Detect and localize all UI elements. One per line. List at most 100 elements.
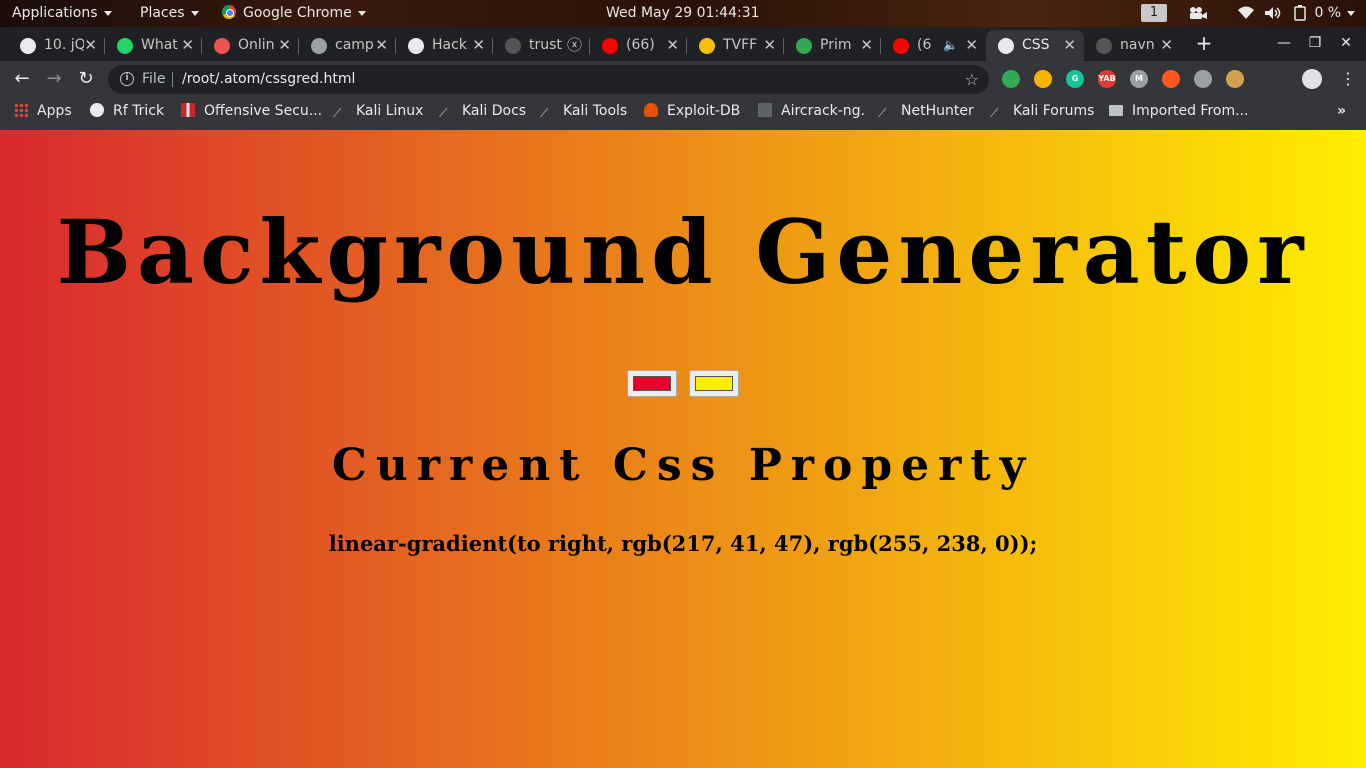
bookmark-star-icon[interactable]: ☆	[965, 65, 979, 94]
css-property-value: linear-gradient(to right, rgb(217, 41, 4…	[328, 531, 1038, 556]
places-menu[interactable]: Places	[140, 0, 199, 27]
forward-button[interactable]: →	[42, 67, 66, 91]
extension-2-icon[interactable]	[1034, 70, 1052, 88]
minimize-button[interactable]: —	[1274, 33, 1294, 53]
battery-percent: 0 %	[1314, 5, 1342, 21]
tab-title: (66)	[626, 37, 655, 53]
whatsapp-icon	[117, 38, 133, 54]
reload-button[interactable]: ↻	[74, 67, 98, 91]
tab-8[interactable]: TVFF ✕	[687, 30, 784, 61]
close-icon[interactable]: ⓧ	[567, 30, 582, 61]
close-icon[interactable]: ✕	[763, 30, 776, 61]
grammarly-icon[interactable]: G	[1066, 70, 1084, 88]
close-icon[interactable]: ✕	[666, 30, 679, 61]
metamask-icon[interactable]: M	[1130, 70, 1148, 88]
chrome-icon	[222, 5, 236, 19]
close-icon[interactable]: ✕	[278, 30, 291, 61]
bookmark-folder-imported[interactable]: Imported From...	[1109, 97, 1248, 125]
close-icon[interactable]: ✕	[965, 30, 978, 61]
close-icon[interactable]: ✕	[472, 30, 485, 61]
udemy-icon	[214, 38, 230, 54]
workspace-indicator[interactable]: 1	[1141, 0, 1167, 27]
color-input-2[interactable]	[689, 370, 739, 397]
browser-toolbar: ← → ↻ i File /root/.atom/cssgred.html ☆ …	[0, 61, 1366, 97]
tab-1[interactable]: 10. jQ ✕	[8, 30, 105, 61]
close-icon[interactable]: ✕	[181, 30, 194, 61]
tab-11-active[interactable]: CSS ✕	[986, 30, 1084, 61]
kali-dragon-icon: ⟋	[439, 106, 448, 120]
bookmark-rf-trick[interactable]: Rf Trick	[90, 97, 164, 125]
places-label: Places	[140, 5, 185, 21]
close-icon[interactable]: ✕	[1063, 30, 1076, 61]
close-icon[interactable]: ✕	[84, 30, 97, 61]
youtube-icon	[602, 38, 618, 54]
bookmark-kali-tools[interactable]: ⟋ Kali Tools	[540, 97, 627, 125]
clock[interactable]: Wed May 29 01:44:31	[606, 0, 760, 27]
bookmark-apps[interactable]: Apps	[14, 97, 72, 125]
bookmark-kali-linux[interactable]: ⟋ Kali Linux	[333, 97, 423, 125]
url-text[interactable]: /root/.atom/cssgred.html	[182, 65, 355, 94]
app-menu[interactable]: Google Chrome	[222, 0, 366, 27]
aircrack-icon	[758, 103, 772, 117]
new-tab-button[interactable]: +	[1194, 31, 1214, 55]
kali-dragon-icon: ⟋	[540, 106, 549, 120]
close-icon[interactable]: ✕	[860, 30, 873, 61]
menu-kebab-icon[interactable]: ⋮	[1336, 67, 1360, 91]
restore-button[interactable]: ❐	[1305, 33, 1325, 53]
github-icon	[1096, 38, 1112, 54]
kali-dragon-icon: ⟋	[878, 106, 887, 120]
page-title: Background Generator	[56, 200, 1310, 304]
colorpick-icon[interactable]	[1162, 70, 1180, 88]
tab-2[interactable]: What ✕	[105, 30, 202, 61]
tab-7[interactable]: (66) ✕	[590, 30, 687, 61]
close-window-button[interactable]: ✕	[1336, 33, 1356, 53]
bookmark-label: Kali Linux	[356, 103, 424, 119]
bookmark-nethunter[interactable]: ⟋ NetHunter	[878, 97, 974, 125]
close-icon[interactable]: ✕	[375, 30, 388, 61]
youtube-icon	[893, 38, 909, 54]
tab-title: CSS	[1022, 37, 1050, 53]
tab-title: Onlin	[238, 37, 275, 53]
bookmark-kali-forums[interactable]: ⟋ Kali Forums	[990, 97, 1094, 125]
exploit-db-icon	[644, 103, 658, 117]
favicon-icon	[20, 38, 36, 54]
tab-6[interactable]: trust ⓧ	[493, 30, 590, 61]
folder-icon	[1109, 105, 1123, 116]
address-bar[interactable]: i File /root/.atom/cssgred.html ☆	[108, 65, 989, 94]
wifi-icon[interactable]	[1237, 0, 1255, 27]
tab-title: trust	[529, 37, 562, 53]
volume-icon[interactable]	[1264, 0, 1282, 27]
video-icon[interactable]	[1188, 0, 1208, 27]
yab-icon[interactable]: YAB	[1098, 70, 1116, 88]
bookmark-label: Imported From...	[1132, 103, 1249, 119]
tab-4[interactable]: camp ✕	[299, 30, 396, 61]
play-icon	[796, 38, 812, 54]
applications-menu[interactable]: Applications	[12, 0, 112, 27]
bookmark-aircrack[interactable]: Aircrack-ng.	[758, 97, 865, 125]
bookmark-offensive-security[interactable]: Offensive Secu...	[181, 97, 322, 125]
tab-10[interactable]: (6 🔈 ✕	[881, 30, 986, 61]
color-input-1[interactable]	[627, 370, 677, 397]
bookmark-kali-docs[interactable]: ⟋ Kali Docs	[439, 97, 526, 125]
shield-icon[interactable]	[1194, 70, 1212, 88]
tab-9[interactable]: Prim ✕	[784, 30, 881, 61]
bookmark-label: Exploit-DB	[667, 103, 741, 119]
workspace-number: 1	[1141, 4, 1167, 22]
cookie-icon[interactable]	[1226, 70, 1244, 88]
bookmark-exploit-db[interactable]: Exploit-DB	[644, 97, 740, 125]
speaker-icon[interactable]: 🔈	[943, 30, 958, 61]
bookmarks-overflow-icon[interactable]: »	[1337, 97, 1346, 125]
chevron-down-icon	[1347, 10, 1356, 16]
tab-12[interactable]: navn ✕	[1084, 30, 1181, 61]
info-icon[interactable]: i	[120, 72, 134, 86]
profile-avatar[interactable]	[1302, 69, 1322, 89]
extension-1-icon[interactable]	[1002, 70, 1020, 88]
tab-title: Prim	[820, 37, 852, 53]
back-button[interactable]: ←	[10, 67, 34, 91]
close-icon[interactable]: ✕	[1160, 30, 1173, 61]
bookmarks-bar: Apps Rf Trick Offensive Secu... ⟋ Kali Li…	[0, 97, 1366, 130]
tab-title: 10. jQ	[44, 37, 84, 53]
tab-5[interactable]: Hack ✕	[396, 30, 493, 61]
tab-3[interactable]: Onlin ✕	[202, 30, 299, 61]
battery-indicator[interactable]: 0 %	[1293, 0, 1356, 27]
